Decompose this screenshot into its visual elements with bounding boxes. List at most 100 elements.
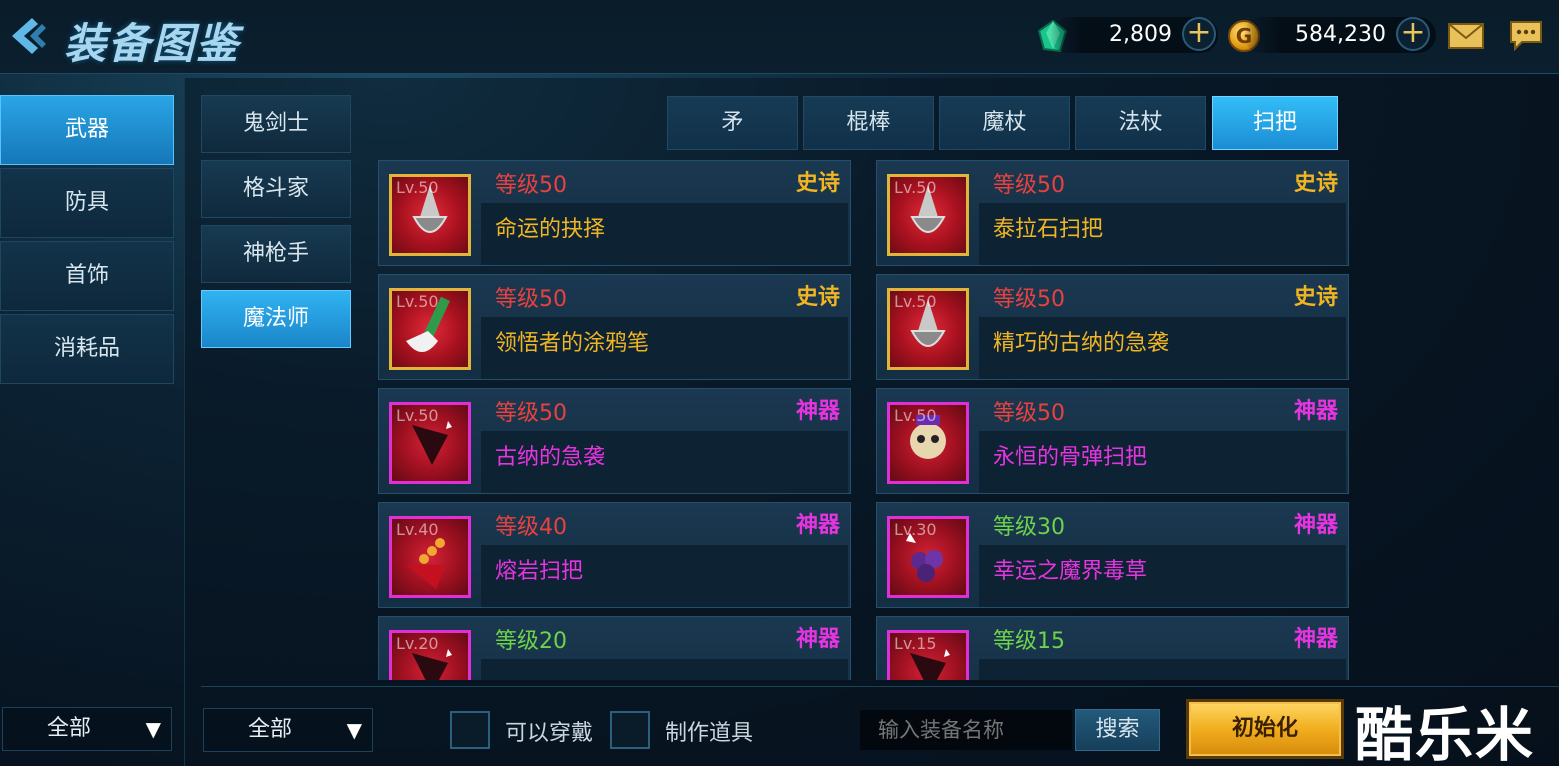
mail-icon[interactable] xyxy=(1448,23,1484,49)
broom-epic-icon: Lv.50 xyxy=(887,174,969,256)
item-rarity: 神器 xyxy=(1293,627,1338,652)
page-title: 装备图鉴 xyxy=(64,19,241,68)
item-list: Lv.50 等级50 史诗 命运的抉择 Lv.50 等级50 史诗 泰拉石扫把 Lv.50 等级5… xyxy=(378,160,1350,680)
tab-spear[interactable]: 矛 xyxy=(667,96,798,150)
class-gunner[interactable]: 神枪手 xyxy=(201,225,351,283)
item-card[interactable]: Lv.50 等级50 史诗 领悟者的涂鸦笔 xyxy=(378,274,851,380)
item-rarity: 史诗 xyxy=(795,171,840,196)
class-mage[interactable]: 魔法师 xyxy=(201,290,351,348)
back-arrow-icon[interactable] xyxy=(6,14,54,58)
class-filter-value: 全部 xyxy=(248,717,293,742)
item-rarity: 神器 xyxy=(795,627,840,652)
broom-artifact-icon: Lv.50 xyxy=(389,402,471,484)
item-name: 幸运之魔界毒草 xyxy=(993,559,1148,584)
item-card[interactable]: Lv.50 等级50 神器永恒的骨弹扫把 xyxy=(876,388,1349,494)
reset-button[interactable]: 初始化 xyxy=(1186,699,1344,759)
broom-epic-icon: Lv.50 xyxy=(887,288,969,370)
item-card[interactable]: Lv.15 等级15 神器 xyxy=(876,616,1349,680)
broom-epic-icon: Lv.50 xyxy=(389,174,471,256)
item-level: 等级50 xyxy=(993,401,1065,426)
item-level: 等级15 xyxy=(993,629,1065,654)
add-gold-button[interactable]: + xyxy=(1396,17,1430,51)
craft-label: 制作道具 xyxy=(665,721,754,746)
item-rarity: 神器 xyxy=(1293,399,1338,424)
item-lv-badge: Lv.15 xyxy=(894,634,937,653)
item-lv-badge: Lv.40 xyxy=(396,520,439,539)
item-rarity: 神器 xyxy=(795,513,840,538)
category-nav: 武器 防具 首饰 消耗品 xyxy=(0,95,174,387)
item-lv-badge: Lv.50 xyxy=(894,178,937,197)
item-rarity: 神器 xyxy=(1293,513,1338,538)
item-level: 等级30 xyxy=(993,515,1065,540)
brush-epic-icon: Lv.50 xyxy=(389,288,471,370)
chat-icon[interactable] xyxy=(1508,19,1544,52)
tab-staff[interactable]: 法杖 xyxy=(1075,96,1206,150)
item-name: 领悟者的涂鸦笔 xyxy=(495,331,650,356)
item-lv-badge: Lv.50 xyxy=(894,292,937,311)
item-name: 熔岩扫把 xyxy=(495,559,584,584)
class-nav: 鬼剑士 格斗家 神枪手 魔法师 xyxy=(201,95,351,355)
category-consumable[interactable]: 消耗品 xyxy=(0,314,174,384)
item-level: 等级50 xyxy=(495,287,567,312)
broom-artifact-icon: Lv.20 xyxy=(389,630,471,680)
item-card[interactable]: Lv.50 等级50 史诗命运的抉择 xyxy=(378,160,851,266)
left-filter-value: 全部 xyxy=(47,716,92,741)
gold-amount: 584,230 xyxy=(1295,22,1386,47)
item-lv-badge: Lv.30 xyxy=(894,520,937,539)
search-input[interactable] xyxy=(860,710,1072,750)
skull-broom-artifact-icon: Lv.50 xyxy=(887,402,969,484)
lava-broom-artifact-icon: Lv.40 xyxy=(389,516,471,598)
chevron-down-icon: ▼ xyxy=(346,718,362,742)
item-lv-badge: Lv.20 xyxy=(396,634,439,653)
class-slayer[interactable]: 鬼剑士 xyxy=(201,95,351,153)
item-name: 命运的抉择 xyxy=(495,217,606,242)
item-card[interactable]: Lv.50 等级50 史诗精巧的古纳的急袭 xyxy=(876,274,1349,380)
item-name-bar xyxy=(481,659,848,680)
gold-counter: 584,230 + xyxy=(1244,17,1436,53)
item-card[interactable]: Lv.50 等级50 神器古纳的急袭 xyxy=(378,388,851,494)
item-rarity: 神器 xyxy=(795,399,840,424)
item-level: 等级20 xyxy=(495,629,567,654)
craft-checkbox[interactable] xyxy=(610,711,650,749)
item-name: 泰拉石扫把 xyxy=(993,217,1104,242)
item-name: 古纳的急袭 xyxy=(495,445,606,470)
class-fighter[interactable]: 格斗家 xyxy=(201,160,351,218)
tab-broom[interactable]: 扫把 xyxy=(1212,96,1338,150)
item-card[interactable]: Lv.40 等级40 神器熔岩扫把 xyxy=(378,502,851,608)
add-gems-button[interactable]: + xyxy=(1182,17,1216,51)
item-lv-badge: Lv.50 xyxy=(396,406,439,425)
watermark-logo: 酷乐米 xyxy=(1355,701,1536,766)
item-level: 等级50 xyxy=(495,173,567,198)
berry-broom-artifact-icon: Lv.30 xyxy=(887,516,969,598)
item-level: 等级40 xyxy=(495,515,567,540)
wearable-checkbox[interactable] xyxy=(450,711,490,749)
chevron-down-icon: ▼ xyxy=(145,717,161,741)
item-level: 等级50 xyxy=(495,401,567,426)
item-card[interactable]: Lv.50 等级50 史诗泰拉石扫把 xyxy=(876,160,1349,266)
wearable-label: 可以穿戴 xyxy=(505,721,594,746)
category-armor[interactable]: 防具 xyxy=(0,168,174,238)
broom-artifact-icon: Lv.15 xyxy=(887,630,969,680)
item-rarity: 史诗 xyxy=(1293,285,1338,310)
item-name: 永恒的骨弹扫把 xyxy=(993,445,1148,470)
top-bar: 装备图鉴 2,809 + G 584,230 + xyxy=(0,0,1559,74)
item-rarity: 史诗 xyxy=(1293,171,1338,196)
class-filter-select[interactable]: 全部 ▼ xyxy=(203,708,373,752)
item-level: 等级50 xyxy=(993,287,1065,312)
item-lv-badge: Lv.50 xyxy=(894,406,937,425)
item-level: 等级50 xyxy=(993,173,1065,198)
search-button[interactable]: 搜索 xyxy=(1075,709,1160,751)
item-name: 精巧的古纳的急袭 xyxy=(993,331,1170,356)
tab-pole[interactable]: 棍棒 xyxy=(803,96,934,150)
gem-counter: 2,809 + xyxy=(1050,17,1218,53)
category-accessory[interactable]: 首饰 xyxy=(0,241,174,311)
item-card[interactable]: Lv.30 等级30 神器幸运之魔界毒草 xyxy=(876,502,1349,608)
item-lv-badge: Lv.50 xyxy=(396,292,439,311)
item-lv-badge: Lv.50 xyxy=(396,178,439,197)
left-filter-select[interactable]: 全部 ▼ xyxy=(2,707,172,751)
category-weapon[interactable]: 武器 xyxy=(0,95,174,165)
gem-amount: 2,809 xyxy=(1109,22,1172,47)
item-card[interactable]: Lv.20 等级20 神器 xyxy=(378,616,851,680)
tab-rod[interactable]: 魔杖 xyxy=(939,96,1070,150)
item-name-bar xyxy=(979,659,1346,680)
